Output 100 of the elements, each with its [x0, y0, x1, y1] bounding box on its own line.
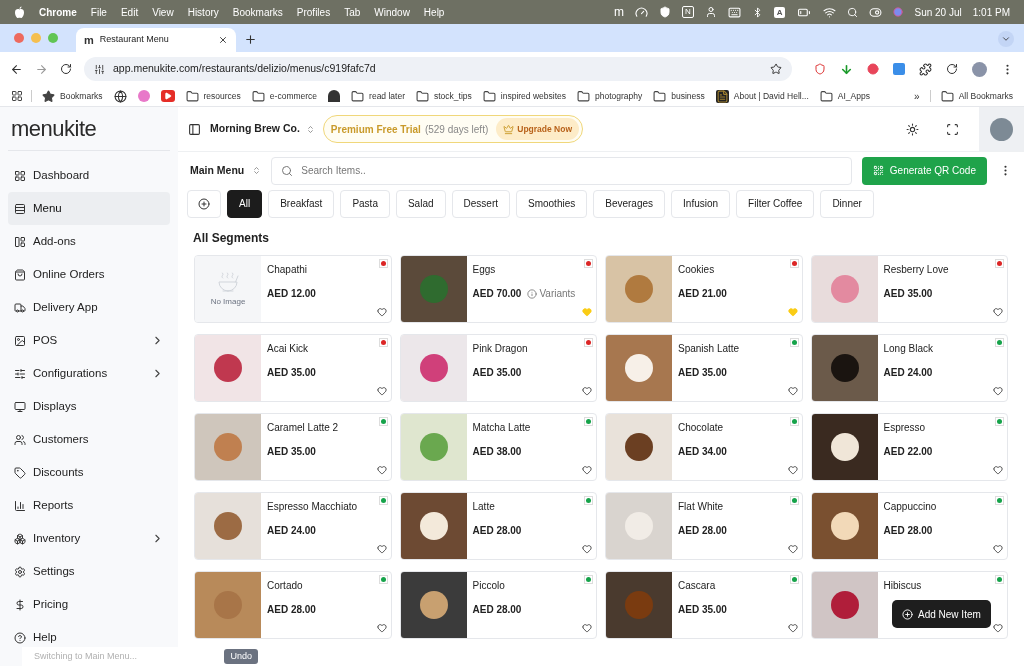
favorite-heart-icon[interactable]: [787, 544, 798, 554]
bookmark-item[interactable]: stock_tips: [416, 89, 472, 103]
menu-bar-item[interactable]: History: [187, 4, 219, 20]
more-bookmarks[interactable]: »: [914, 88, 920, 104]
menu-bar-item[interactable]: View: [152, 4, 174, 20]
toggle-icon[interactable]: [869, 5, 883, 19]
bookmark-item[interactable]: inspired websites: [482, 89, 566, 103]
globe-icon[interactable]: [113, 89, 127, 103]
restaurant-selector[interactable]: Morning Brew Co.: [210, 121, 315, 137]
favorite-heart-icon[interactable]: [376, 307, 387, 317]
category-tab[interactable]: Salad: [395, 189, 446, 218]
sidebar-item[interactable]: Discounts: [8, 456, 170, 489]
sidebar-item[interactable]: Delivery App: [8, 291, 170, 324]
site-settings-icon[interactable]: [94, 63, 105, 75]
profile-avatar[interactable]: [972, 61, 987, 77]
menu-item-card[interactable]: Resberry Love AED 35.00: [810, 255, 1008, 323]
sidebar-item[interactable]: Dashboard: [8, 159, 170, 192]
new-tab-icon[interactable]: [244, 33, 257, 46]
menu-item-card[interactable]: Flat White AED 28.00: [605, 492, 803, 560]
menu-bar-item[interactable]: Help: [423, 4, 445, 20]
input-source[interactable]: A: [773, 6, 786, 18]
bookmark-item[interactable]: About | David Hell...: [715, 89, 809, 103]
menu-item-card[interactable]: Caramel Latte 2 AED 35.00: [194, 413, 392, 481]
favorite-heart-icon[interactable]: [787, 386, 798, 396]
favorite-heart-icon[interactable]: [582, 544, 592, 554]
bookmark-item[interactable]: Bookmarks: [42, 89, 103, 103]
menu-item-card[interactable]: Pink Dragon AED 35.00: [399, 334, 597, 402]
category-tab[interactable]: Dessert: [451, 189, 510, 218]
bookmark-item[interactable]: e-commerce: [251, 89, 318, 103]
download-arrow-icon[interactable]: [840, 62, 853, 76]
menu-item-card[interactable]: Cascara AED 35.00: [605, 571, 803, 639]
sidebar-item[interactable]: POS: [8, 324, 170, 357]
favorite-heart-icon[interactable]: [993, 465, 1003, 475]
favorite-heart-icon[interactable]: [376, 544, 387, 554]
menu-bar-item[interactable]: Bookmarks: [232, 4, 283, 20]
category-tab[interactable]: Pasta: [340, 189, 390, 218]
menu-item-card[interactable]: Spanish Latte AED 35.00: [605, 334, 803, 402]
sidebar-item[interactable]: Customers: [8, 423, 170, 456]
bookmark-star-icon[interactable]: [770, 63, 782, 75]
favorite-heart-icon[interactable]: [787, 465, 798, 475]
favorite-heart-icon[interactable]: [582, 465, 592, 475]
menu-item-card[interactable]: Latte AED 28.00: [399, 492, 597, 560]
sidebar-toggle-icon[interactable]: [188, 122, 201, 136]
sidebar-item[interactable]: Configurations: [8, 357, 170, 390]
bookmark-item[interactable]: read later: [351, 89, 405, 103]
favorite-heart-icon[interactable]: [582, 623, 592, 633]
menu-item-card[interactable]: Eggs AED 70.00 Variants: [399, 255, 597, 323]
menu-bar-item[interactable]: Edit: [120, 4, 139, 20]
favorite-heart-icon[interactable]: [993, 544, 1003, 554]
menu-item-card[interactable]: Matcha Latte AED 38.00: [399, 413, 597, 481]
menu-item-card[interactable]: Chocolate AED 34.00: [605, 413, 803, 481]
apple-logo-icon[interactable]: [14, 5, 25, 19]
category-tab[interactable]: Breakfast: [268, 189, 335, 218]
clock-date[interactable]: Sun 20 Jul: [914, 4, 962, 20]
favorite-heart-icon[interactable]: [993, 307, 1003, 317]
menu-bar-item[interactable]: File: [90, 4, 107, 20]
menu-bar-item[interactable]: Tab: [344, 4, 361, 20]
favorite-heart-icon[interactable]: [582, 386, 592, 396]
menu-item-card[interactable]: Piccolo AED 28.00: [399, 571, 597, 639]
app-menu[interactable]: Chrome: [39, 4, 77, 20]
sidebar-item[interactable]: Pricing: [8, 588, 170, 621]
extension-shield-icon[interactable]: [814, 63, 826, 75]
category-tab[interactable]: Smoothies: [516, 189, 588, 218]
sidebar-item[interactable]: Displays: [8, 390, 170, 423]
extension-circle-icon[interactable]: [867, 63, 879, 75]
favorite-heart-icon[interactable]: [376, 623, 387, 633]
sidebar-item[interactable]: Inventory: [8, 522, 170, 555]
reload-icon[interactable]: [60, 63, 72, 75]
category-tab[interactable]: Dinner: [820, 189, 874, 218]
upgrade-button[interactable]: Upgrade Now: [496, 118, 580, 140]
gauge-icon[interactable]: [634, 5, 648, 19]
address-bar[interactable]: app.menukite.com/restaurants/delizio/menus/c919fafc7d: [84, 57, 792, 81]
category-tab[interactable]: Beverages: [593, 189, 666, 218]
fullscreen-icon[interactable]: [946, 122, 959, 136]
add-new-item-button[interactable]: Add New Item: [892, 600, 991, 628]
user-avatar[interactable]: [990, 117, 1013, 141]
favorite-heart-icon[interactable]: [787, 623, 798, 633]
clock-time[interactable]: 1:01 PM: [972, 4, 1010, 20]
search-icon[interactable]: [847, 6, 859, 18]
variants-link[interactable]: Variants: [527, 289, 576, 299]
keyboard-icon[interactable]: [727, 5, 741, 19]
sidebar-item[interactable]: Menu: [8, 192, 170, 225]
menu-item-card[interactable]: Acai Kick AED 35.00: [194, 334, 392, 402]
undo-button[interactable]: Undo: [224, 649, 258, 664]
bookmark-item[interactable]: photography: [577, 89, 643, 103]
theme-toggle-icon[interactable]: [906, 122, 919, 136]
menu-item-card[interactable]: Espresso AED 22.00: [810, 413, 1008, 481]
menu-item-card[interactable]: Espresso Macchiato AED 24.00: [194, 492, 392, 560]
status-item[interactable]: m: [613, 3, 624, 21]
category-tab[interactable]: All: [227, 189, 263, 218]
wifi-icon[interactable]: [823, 5, 837, 19]
favorite-heart-icon[interactable]: [376, 386, 387, 396]
shield-icon[interactable]: [658, 6, 671, 18]
all-bookmarks[interactable]: All Bookmarks: [940, 89, 1013, 103]
favorite-heart-icon[interactable]: [993, 386, 1003, 396]
search-input[interactable]: Search Items..: [301, 163, 842, 178]
bookmark-item[interactable]: AI_Apps: [819, 89, 870, 103]
add-category-button[interactable]: [187, 189, 221, 218]
search-field[interactable]: Search Items..: [271, 156, 852, 185]
favorite-heart-icon[interactable]: [993, 623, 1003, 633]
